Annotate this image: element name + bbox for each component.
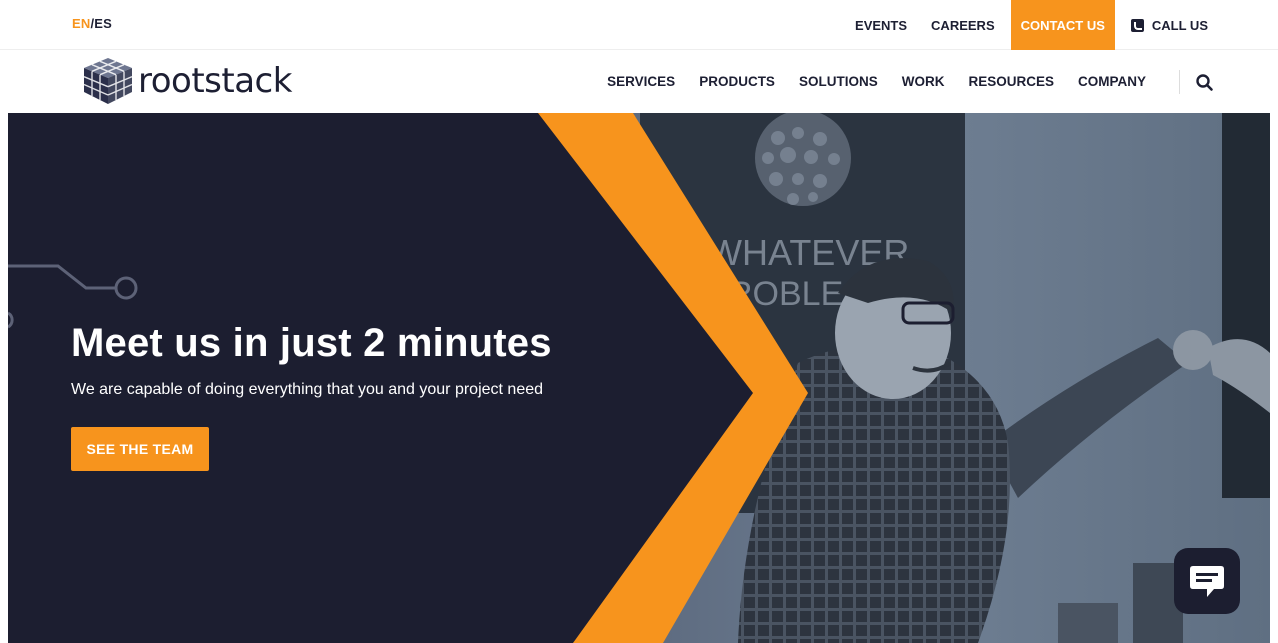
main-header: rootstack SERVICES PRODUCTS SOLUTIONS WO… <box>0 50 1278 113</box>
lang-es-link[interactable]: ES <box>94 16 112 31</box>
call-us-link[interactable]: CALL US <box>1119 0 1220 50</box>
top-bar: EN/ES EVENTS CAREERS CONTACT US CALL US <box>0 0 1278 50</box>
nav-products[interactable]: PRODUCTS <box>687 74 787 89</box>
chat-icon <box>1190 566 1224 597</box>
hero-title: Meet us in just 2 minutes <box>71 321 552 365</box>
contact-us-button[interactable]: CONTACT US <box>1010 0 1115 50</box>
nav-solutions[interactable]: SOLUTIONS <box>787 74 890 89</box>
nav-company[interactable]: COMPANY <box>1066 74 1158 89</box>
lang-en-link[interactable]: EN <box>72 16 90 31</box>
cube-logo-icon <box>83 58 133 104</box>
phone-icon <box>1130 18 1144 32</box>
top-nav: EVENTS CAREERS CONTACT US CALL US <box>843 0 1220 50</box>
hero-subtitle: We are capable of doing everything that … <box>71 381 544 398</box>
nav-resources[interactable]: RESOURCES <box>956 74 1066 89</box>
hero-banner: WHATEVER ROBLE Meet us in just 2 minutes… <box>8 113 1270 643</box>
top-nav-careers[interactable]: CAREERS <box>919 0 1007 50</box>
chat-widget-button[interactable] <box>1174 548 1240 614</box>
brand-logo[interactable]: rootstack <box>80 54 292 108</box>
nav-work[interactable]: WORK <box>890 74 957 89</box>
main-nav: SERVICES PRODUCTS SOLUTIONS WORK RESOURC… <box>595 50 1158 113</box>
hero-background: WHATEVER ROBLE <box>8 113 1270 643</box>
language-switcher: EN/ES <box>72 16 112 31</box>
brand-name: rootstack <box>138 61 292 101</box>
top-nav-events[interactable]: EVENTS <box>843 0 919 50</box>
nav-services[interactable]: SERVICES <box>595 74 687 89</box>
call-us-label: CALL US <box>1151 17 1208 33</box>
see-the-team-button[interactable]: SEE THE TEAM <box>71 427 209 471</box>
search-icon[interactable] <box>1194 72 1216 94</box>
nav-divider <box>1179 70 1180 94</box>
